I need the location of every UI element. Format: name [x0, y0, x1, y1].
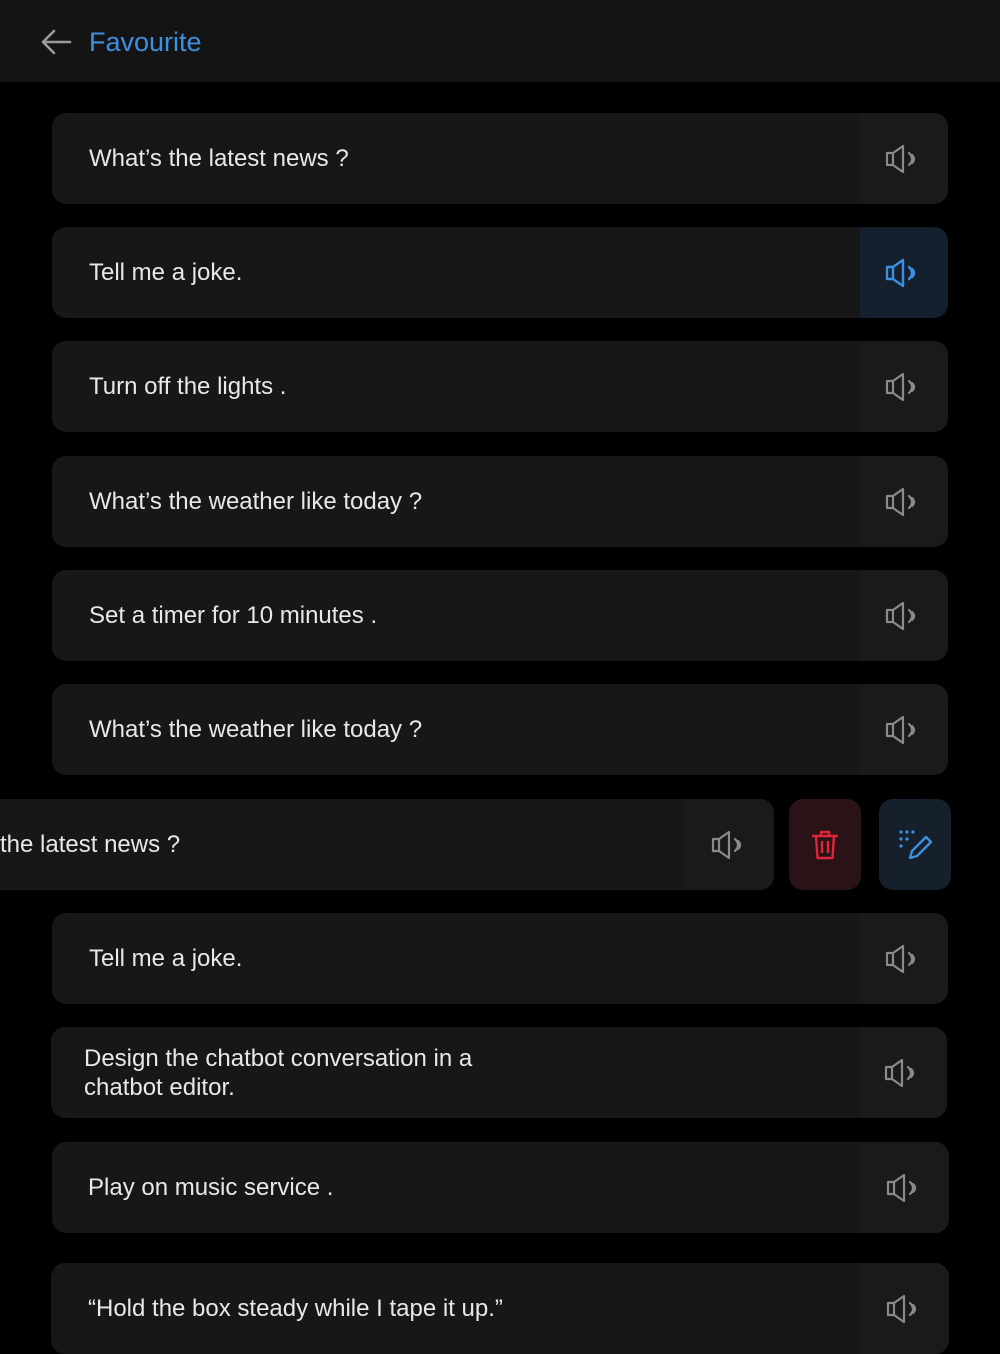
trash-icon — [811, 830, 839, 859]
list-item-swiped[interactable]: the latest news ? — [0, 799, 774, 890]
list-item[interactable]: Play on music service . — [52, 1142, 949, 1233]
speak-button[interactable] — [861, 1263, 949, 1354]
list-item[interactable]: What’s the latest news ? — [52, 113, 948, 204]
back-button[interactable] — [36, 24, 76, 60]
speaker-icon — [711, 830, 742, 859]
speaker-icon — [885, 487, 916, 516]
list-item-text: What’s the weather like today ? — [89, 488, 423, 515]
speak-button-active[interactable] — [860, 227, 948, 318]
speaker-icon — [885, 144, 916, 173]
speak-button[interactable] — [859, 1027, 947, 1118]
list-item-text: What’s the weather like today ? — [89, 716, 423, 743]
speaker-icon — [885, 258, 916, 287]
speaker-icon — [884, 1058, 915, 1087]
list-item-text: Tell me a joke. — [89, 945, 243, 972]
speak-button[interactable] — [860, 113, 948, 204]
list-item-text: the latest news ? — [0, 831, 181, 858]
speaker-icon — [885, 372, 916, 401]
speak-button[interactable] — [860, 684, 948, 775]
list-item[interactable]: Set a timer for 10 minutes . — [52, 570, 948, 661]
edit-button[interactable] — [879, 799, 951, 890]
speaker-icon — [886, 1173, 917, 1202]
back-arrow-icon — [41, 29, 72, 55]
list-item-text: “Hold the box steady while I tape it up.… — [88, 1295, 503, 1322]
list-item[interactable]: Tell me a joke. — [52, 913, 948, 1004]
speaker-icon — [886, 1294, 917, 1323]
list-item-text: What’s the latest news ? — [89, 145, 349, 172]
page-title: Favourite — [89, 27, 202, 57]
list-item[interactable]: What’s the weather like today ? — [52, 684, 948, 775]
speak-button[interactable] — [860, 456, 948, 547]
speak-button[interactable] — [860, 570, 948, 661]
list-item[interactable]: Turn off the lights . — [52, 341, 948, 432]
list-item[interactable]: Tell me a joke. — [52, 227, 948, 318]
speak-button[interactable] — [860, 913, 948, 1004]
speak-button[interactable] — [861, 1142, 949, 1233]
list-item-text: Set a timer for 10 minutes . — [89, 602, 378, 629]
list-item-text: Turn off the lights . — [89, 373, 287, 400]
app-header: Favourite — [0, 0, 1000, 82]
speak-button[interactable] — [686, 799, 774, 890]
list-item[interactable]: Design the chatbot conversation in a cha… — [51, 1027, 947, 1118]
speaker-icon — [885, 944, 916, 973]
edit-pen-icon — [899, 829, 933, 859]
list-item[interactable]: What’s the weather like today ? — [52, 456, 948, 547]
speaker-icon — [885, 715, 916, 744]
list-item-text: Design the chatbot conversation in a cha… — [84, 1044, 473, 1101]
speaker-icon — [885, 601, 916, 630]
delete-button[interactable] — [789, 799, 861, 890]
list-item[interactable]: “Hold the box steady while I tape it up.… — [51, 1263, 949, 1354]
speak-button[interactable] — [860, 341, 948, 432]
list-item-text: Play on music service . — [88, 1174, 334, 1201]
list-item-text: Tell me a joke. — [89, 259, 243, 286]
